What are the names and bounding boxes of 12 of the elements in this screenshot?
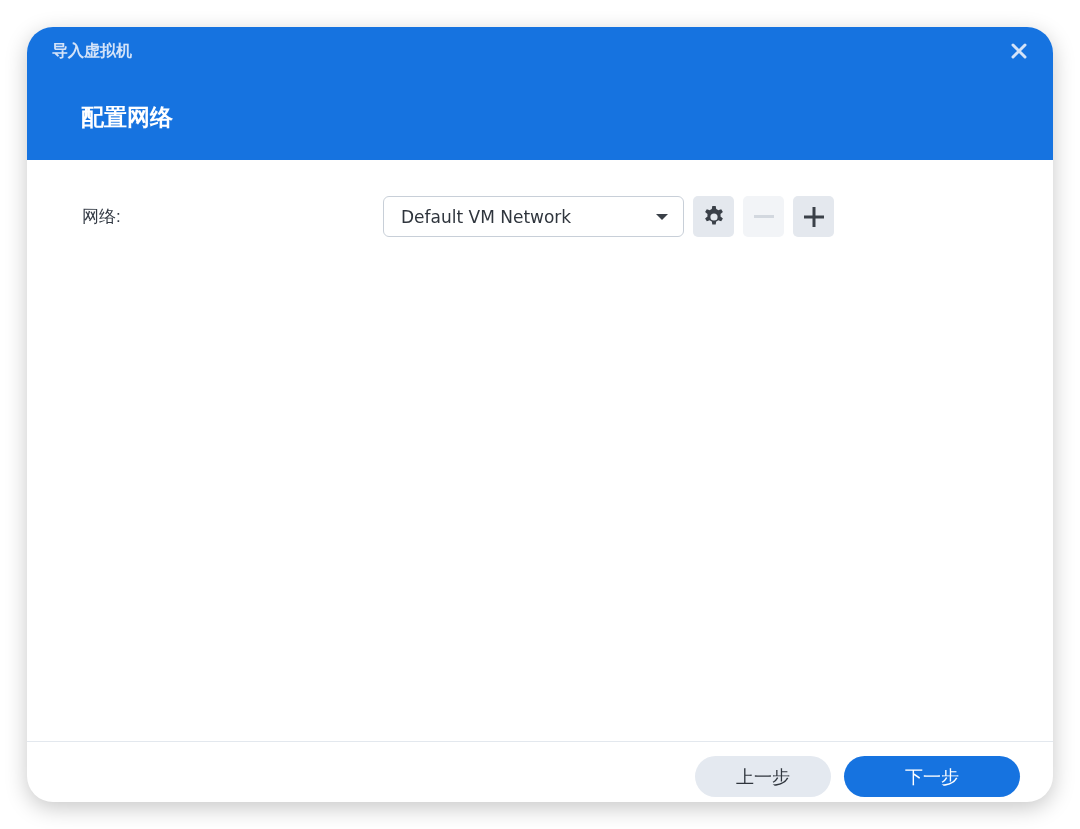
next-button[interactable]: 下一步: [844, 756, 1020, 797]
settings-button[interactable]: [693, 196, 734, 237]
add-button[interactable]: [793, 196, 834, 237]
plus-icon: [803, 206, 824, 227]
close-button[interactable]: [1011, 43, 1027, 59]
close-icon: [1011, 43, 1027, 59]
field-label: 网络:: [82, 206, 122, 228]
back-button[interactable]: 上一步: [695, 756, 831, 797]
network-dropdown[interactable]: Default VM Network: [383, 196, 684, 237]
window-title: 导入虚拟机: [52, 41, 132, 61]
caret-down-icon: [656, 213, 668, 220]
step-title: 配置网络: [81, 103, 173, 132]
